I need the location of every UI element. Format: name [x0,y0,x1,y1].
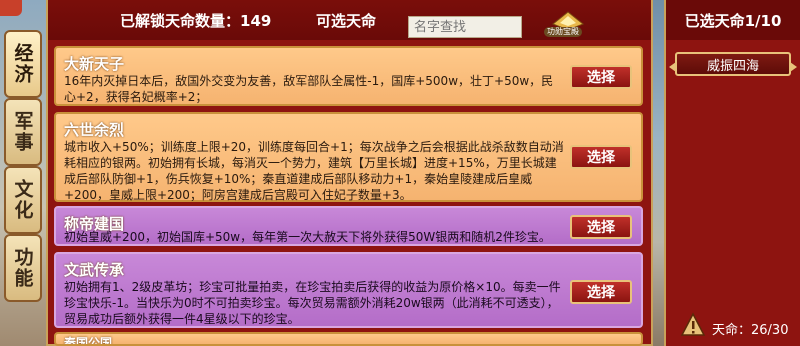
ornament-left-icon [669,62,676,72]
merit-hall-label: 功勋宝殿 [544,27,582,37]
corner-badge-icon [0,0,22,16]
chosen-destiny-label: 威振四海 [706,58,759,74]
destiny-card: 大新天子 16年内灭掉日本后，敌国外交变为友善，敌军部队全属性-1，国库+500… [54,46,643,106]
name-search-input[interactable] [408,16,522,38]
ornament-right-icon [790,62,797,72]
unlocked-count: 已解锁天命数量：149 [120,12,272,30]
destiny-card: 秦国公国 [54,332,643,346]
selected-destiny-panel: 已选天命1/10 威振四海 天命：26/30 [664,0,800,346]
destiny-points: 天命：26/30 [712,323,789,338]
side-tab-military[interactable]: 军事 [4,98,42,166]
choose-button[interactable]: 选择 [570,65,632,89]
destiny-list-panel: 已解锁天命数量：149 可选天命 功勋宝殿 大新天子 16年内灭掉日本后，敌国外… [46,0,653,346]
card-title: 秦国公国 [64,336,113,346]
choose-button[interactable]: 选择 [570,215,632,239]
panel-header: 已解锁天命数量：149 可选天命 功勋宝殿 [48,0,651,40]
destiny-card: 称帝建国 初始皇威+200，初始国库+50w，每年第一次大赦天下将外获得50W银… [54,206,643,246]
card-title: 六世余烈 [64,121,125,139]
side-tab-function[interactable]: 功能 [4,234,42,302]
card-title: 文武传承 [64,261,125,279]
merit-hall-icon[interactable] [543,10,593,42]
destiny-card: 六世余烈 城市收入+50%；训练度上限+20，训练度每回合+1；每次战争之后会根… [54,112,643,202]
card-description: 16年内灭掉日本后，敌国外交变为友善，敌军部队全属性-1，国库+500w，壮丁+… [64,74,554,104]
card-description: 城市收入+50%；训练度上限+20，训练度每回合+1；每次战争之后会根据此战杀敌… [64,140,564,202]
side-tab-economy[interactable]: 经济 [4,30,42,98]
destiny-card: 文武传承 初始拥有1、2级皮革坊；珍宝可批量拍卖，在珍宝拍卖后获得的收益为原价格… [54,252,643,328]
side-tab-culture[interactable]: 文化 [4,166,42,234]
card-description: 初始拥有1、2级皮革坊；珍宝可批量拍卖，在珍宝拍卖后获得的收益为原价格×10。每… [64,280,561,326]
choose-button[interactable]: 选择 [570,145,632,169]
choose-button[interactable]: 选择 [570,280,632,304]
card-title: 大新天子 [64,55,125,73]
card-description: 初始皇威+200，初始国库+50w，每年第一次大赦天下将外获得50W银两和随机2… [64,230,551,244]
selected-header: 已选天命1/10 [666,0,800,40]
chosen-destiny-item[interactable]: 威振四海 [669,52,797,76]
warning-icon [680,312,706,336]
selectable-label: 可选天命 [316,12,377,30]
